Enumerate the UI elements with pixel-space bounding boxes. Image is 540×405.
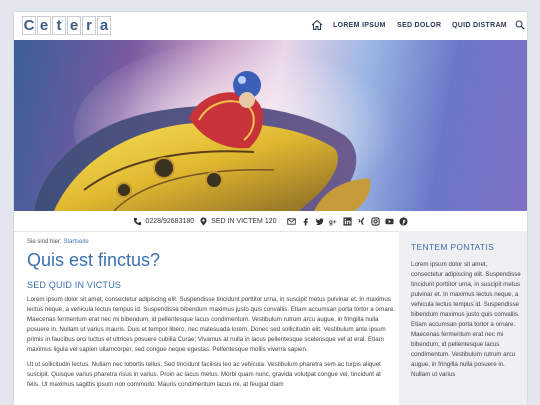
home-icon[interactable] — [311, 19, 323, 31]
logo-letter: t — [52, 16, 66, 35]
page-title: Quis est finctus? — [27, 250, 161, 270]
nav-item-quid-distram[interactable]: QUID DISTRAM — [452, 22, 507, 29]
contact-bar: 0228/92683180 SED IN VICTEM 120 g+ — [14, 211, 527, 232]
facebook-icon[interactable] — [301, 217, 310, 226]
hero-image — [14, 40, 527, 211]
page-frame: C e t e r a LOREM IPSUM SED DOLOR QUID D… — [14, 12, 527, 405]
site-header: C e t e r a LOREM IPSUM SED DOLOR QUID D… — [14, 12, 527, 40]
sidebar-text: Lorem ipsum dolor sit amet, consectetur … — [411, 261, 521, 378]
twitter-icon[interactable] — [315, 217, 324, 226]
nav-item-sed-dolor[interactable]: SED DOLOR — [397, 22, 441, 29]
xing-icon[interactable] — [357, 217, 366, 226]
body-paragraph: Lorem ipsum dolor sit amet, consectetur … — [27, 296, 395, 353]
body-paragraph: Ut ut sollicitudin lectus. Nullam nec lo… — [27, 361, 381, 388]
logo-letter: e — [37, 16, 51, 35]
breadcrumb-label: Sie sind hier: — [27, 239, 62, 245]
nav-item-lorem-ipsum[interactable]: LOREM IPSUM — [333, 22, 386, 29]
site-logo[interactable]: C e t e r a — [22, 16, 112, 35]
logo-letter: r — [82, 16, 96, 35]
breadcrumb-link-home[interactable]: Startseite — [63, 239, 88, 245]
youtube-icon[interactable] — [384, 217, 394, 226]
sidebar-title: TENTEM PONTATIS — [411, 242, 495, 252]
logo-letter: e — [67, 16, 81, 35]
section-subtitle: SED QUID IN VICTUS — [27, 280, 122, 290]
google-plus-icon[interactable]: g+ — [329, 217, 338, 226]
mail-icon[interactable] — [286, 217, 296, 226]
address-contact[interactable]: SED IN VICTEM 120 — [199, 216, 277, 226]
linkedin-icon[interactable] — [342, 216, 352, 226]
breadcrumb: Sie sind hier: Startseite — [27, 239, 395, 245]
location-pin-icon — [200, 216, 207, 226]
pinterest-icon[interactable] — [398, 216, 408, 226]
logo-letter: C — [22, 16, 36, 35]
svg-text:g+: g+ — [329, 219, 337, 226]
address-text: SED IN VICTEM 120 — [211, 217, 277, 225]
phone-icon — [134, 217, 142, 225]
main-content: Sie sind hier: Startseite Quis est finct… — [27, 239, 395, 390]
search-icon[interactable] — [515, 20, 525, 30]
rocket-toy-illustration — [34, 40, 414, 211]
logo-letter: a — [97, 16, 111, 35]
phone-contact[interactable]: 0228/92683180 — [133, 217, 194, 226]
sidebar: TENTEM PONTATIS Lorem ipsum dolor sit am… — [399, 231, 527, 405]
instagram-icon[interactable] — [370, 216, 380, 226]
phone-number: 0228/92683180 — [145, 217, 195, 225]
